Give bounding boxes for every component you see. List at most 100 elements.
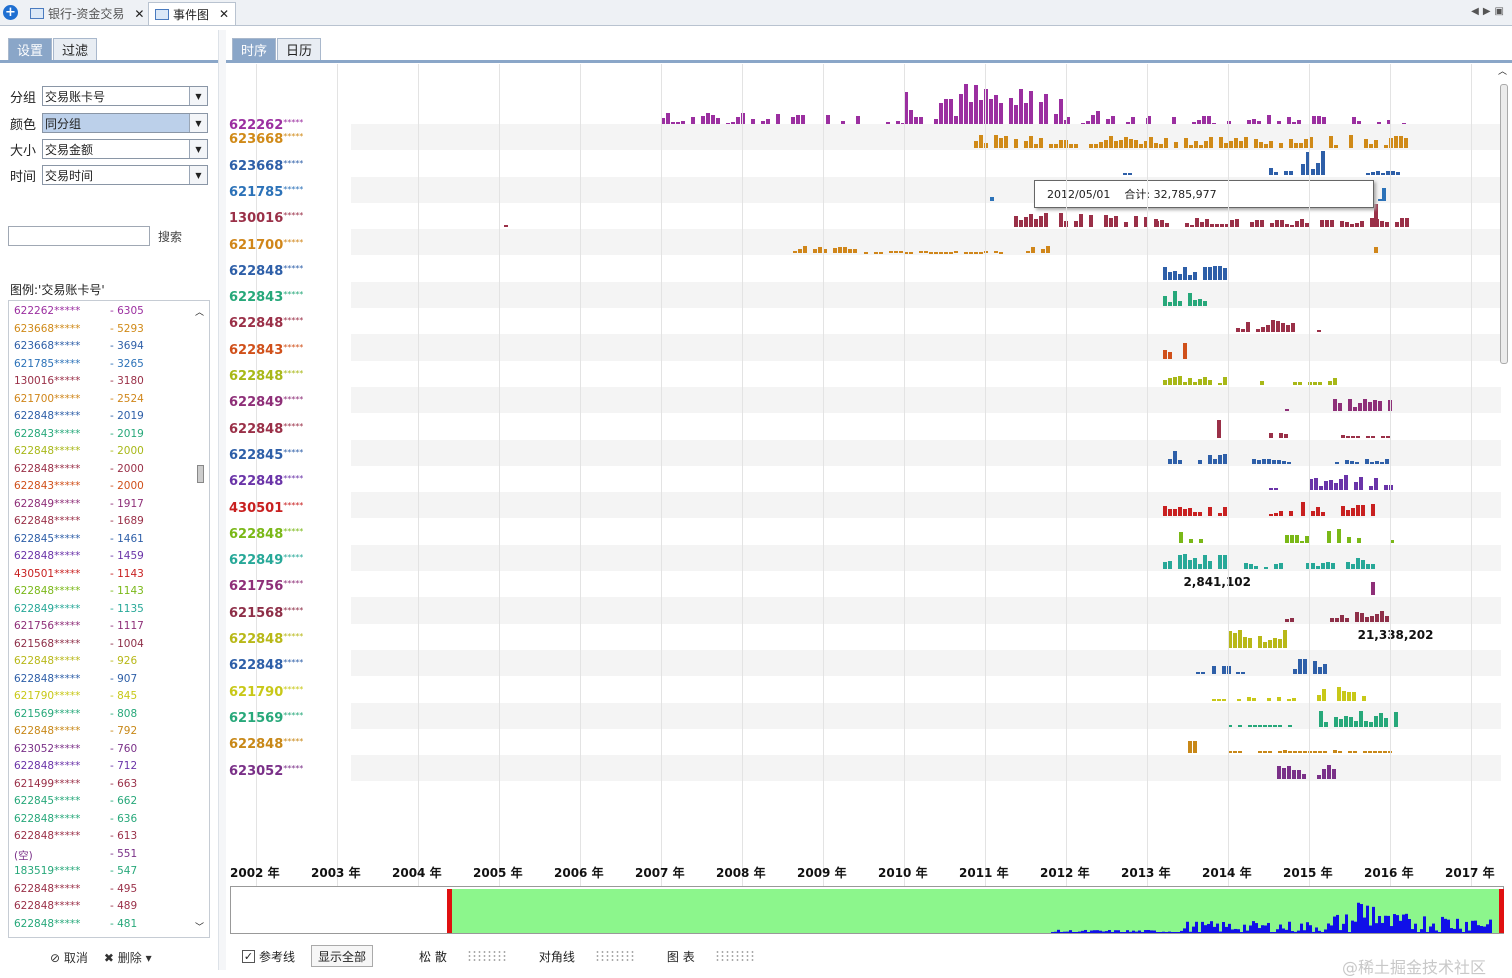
event-bar[interactable] (1183, 137, 1188, 149)
event-bar[interactable] (1251, 697, 1256, 701)
event-bar[interactable] (1359, 613, 1364, 622)
event-bar[interactable] (1368, 401, 1373, 412)
event-bar[interactable] (1223, 267, 1228, 280)
event-bar[interactable] (1320, 151, 1325, 175)
event-bar[interactable] (1133, 140, 1138, 149)
event-bar[interactable] (1108, 136, 1113, 149)
legend-item[interactable]: 622843***** - 2019 (14, 428, 194, 445)
event-bar[interactable] (1253, 139, 1258, 149)
event-bar[interactable] (963, 251, 968, 254)
event-bar[interactable] (1395, 171, 1400, 175)
event-bar[interactable] (1188, 144, 1193, 149)
event-bar[interactable] (1044, 212, 1049, 228)
event-bar[interactable] (1273, 724, 1277, 727)
group-select[interactable]: 交易账卡号 ▼ (42, 86, 208, 106)
event-bar[interactable] (1168, 377, 1173, 385)
legend-item[interactable]: 430501***** - 1143 (14, 568, 194, 585)
event-bar[interactable] (973, 140, 978, 149)
event-bar[interactable] (1155, 221, 1160, 228)
event-bar[interactable] (1354, 611, 1359, 622)
event-bar[interactable] (1327, 530, 1332, 543)
timeline-row[interactable] (351, 728, 1501, 756)
event-bar[interactable] (1276, 697, 1281, 701)
legend-item[interactable]: 621700***** - 2524 (14, 393, 194, 410)
event-bar[interactable] (1218, 454, 1223, 464)
event-bar[interactable] (978, 251, 983, 254)
event-bar[interactable] (1286, 324, 1291, 333)
event-bar[interactable] (1350, 223, 1355, 228)
event-bar[interactable] (1345, 221, 1350, 228)
event-bar[interactable] (1178, 301, 1183, 307)
event-bar[interactable] (1165, 222, 1170, 228)
event-bar[interactable] (1216, 419, 1221, 438)
event-bar[interactable] (1173, 271, 1178, 280)
event-bar[interactable] (1293, 750, 1297, 754)
panel-splitter[interactable] (218, 30, 226, 970)
event-bar[interactable] (1238, 724, 1242, 727)
chevron-up-icon[interactable]: ︿ (1498, 64, 1507, 77)
event-bar[interactable] (1193, 140, 1198, 149)
event-bar[interactable] (1296, 769, 1301, 780)
event-bar[interactable] (948, 251, 953, 254)
event-bar[interactable] (1255, 219, 1260, 228)
event-bar[interactable] (1256, 328, 1261, 333)
event-bar[interactable] (953, 250, 958, 254)
event-bar[interactable] (1298, 142, 1303, 149)
event-bar[interactable] (1267, 458, 1272, 464)
event-bar[interactable] (1208, 267, 1213, 280)
event-bar[interactable] (1193, 557, 1198, 570)
event-bar[interactable] (1198, 378, 1203, 385)
legend-item[interactable]: 622848***** - 1689 (14, 515, 194, 532)
event-bar[interactable] (1268, 168, 1273, 175)
event-bar[interactable] (990, 196, 994, 201)
event-bar[interactable] (1127, 172, 1132, 175)
event-bar[interactable] (1168, 272, 1173, 280)
legend-item[interactable]: 621499***** - 663 (14, 778, 194, 795)
event-bar[interactable] (1322, 689, 1327, 701)
event-bar[interactable] (1355, 461, 1360, 464)
legend-item[interactable]: 621790***** - 845 (14, 690, 194, 707)
event-bar[interactable] (1163, 266, 1168, 280)
event-bar[interactable] (1318, 750, 1322, 754)
event-bar[interactable] (1292, 668, 1297, 675)
event-bar[interactable] (1235, 218, 1240, 228)
event-bar[interactable] (1023, 141, 1028, 149)
event-bar[interactable] (1268, 724, 1272, 727)
event-bar[interactable] (1283, 434, 1288, 438)
event-bar[interactable] (1370, 564, 1375, 570)
overview-range-selector[interactable] (230, 886, 1504, 934)
legend-item[interactable]: (空) - 551 (14, 848, 194, 865)
event-bar[interactable] (1368, 751, 1372, 754)
event-bar[interactable] (1183, 342, 1188, 359)
event-bar[interactable] (1221, 698, 1226, 701)
event-bar[interactable] (1310, 562, 1315, 570)
event-bar[interactable] (1257, 460, 1262, 464)
event-bar[interactable] (1332, 378, 1337, 385)
legend-scrollbar[interactable]: ︿ ﹀ (195, 305, 207, 933)
event-bar[interactable] (1178, 459, 1183, 464)
event-bar[interactable] (1400, 218, 1405, 228)
event-bar[interactable] (1208, 507, 1213, 517)
legend-item[interactable]: 622848***** - 792 (14, 725, 194, 742)
event-bar[interactable] (1380, 172, 1385, 175)
chevron-down-icon[interactable]: ▼ (189, 114, 207, 132)
event-bar[interactable] (1190, 224, 1195, 228)
event-bar[interactable] (1168, 508, 1173, 517)
event-bar[interactable] (1258, 751, 1262, 754)
event-bar[interactable] (1223, 555, 1228, 570)
event-bar[interactable] (1168, 459, 1173, 464)
legend-item[interactable]: 622849***** - 1135 (14, 603, 194, 620)
event-bar[interactable] (1290, 224, 1295, 228)
event-bar[interactable] (802, 245, 807, 254)
chevron-down-icon[interactable]: ▼ (189, 166, 207, 184)
event-bar[interactable] (1138, 143, 1143, 149)
event-bar[interactable] (1260, 380, 1265, 385)
event-bar[interactable] (1198, 563, 1203, 570)
event-bar[interactable] (1365, 564, 1370, 570)
event-bar[interactable] (1345, 618, 1350, 622)
event-bar[interactable] (1258, 636, 1262, 648)
event-bar[interactable] (1342, 690, 1347, 701)
event-bar[interactable] (1320, 220, 1325, 228)
event-bar[interactable] (1284, 618, 1289, 622)
event-bar[interactable] (1248, 637, 1252, 648)
